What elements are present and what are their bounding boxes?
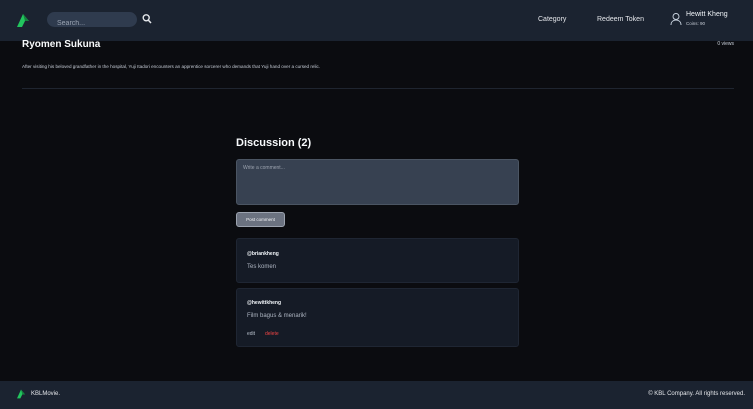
footer-copyright: © KBL Company. All rights reserved. bbox=[648, 391, 745, 397]
page-footer: KBLMovie. © KBL Company. All rights rese… bbox=[0, 381, 753, 409]
view-count: 0 views bbox=[717, 41, 734, 47]
comment-card: @briankheng Tes komen bbox=[236, 238, 519, 283]
kbl-logo-icon bbox=[17, 389, 25, 399]
delete-comment-link[interactable]: delete bbox=[265, 331, 279, 337]
comment-card: @hewittkheng Film bagus & menarik! edit … bbox=[236, 288, 519, 347]
nav-redeem-token-link[interactable]: Redeem Token bbox=[597, 16, 644, 23]
comment-text: Tes komen bbox=[247, 264, 277, 270]
user-coins: Coins: 90 bbox=[686, 21, 706, 26]
user-icon[interactable] bbox=[670, 12, 682, 26]
movie-title: Ryomen Sukuna bbox=[22, 39, 101, 50]
search-icon[interactable] bbox=[142, 13, 152, 25]
comment-input[interactable] bbox=[236, 159, 519, 205]
section-divider bbox=[22, 88, 734, 89]
post-comment-button[interactable]: Post comment bbox=[236, 212, 285, 227]
nav-category-link[interactable]: Category bbox=[538, 16, 566, 23]
discussion-title: Discussion (2) bbox=[236, 137, 312, 149]
top-navbar: Category Redeem Token Hewitt Kheng Coins… bbox=[0, 0, 753, 41]
footer-brand: KBLMovie. bbox=[31, 391, 61, 397]
user-name[interactable]: Hewitt Kheng bbox=[686, 11, 728, 18]
movie-synopsis: After visiting his beloved grandfather i… bbox=[22, 64, 321, 69]
comment-text: Film bagus & menarik! bbox=[247, 313, 307, 319]
search-input[interactable] bbox=[47, 16, 137, 31]
kbl-logo-icon[interactable] bbox=[16, 13, 30, 28]
comment-username: @briankheng bbox=[247, 251, 279, 257]
comment-username: @hewittkheng bbox=[247, 300, 282, 306]
edit-comment-link[interactable]: edit bbox=[247, 331, 255, 337]
search-box bbox=[47, 12, 137, 31]
